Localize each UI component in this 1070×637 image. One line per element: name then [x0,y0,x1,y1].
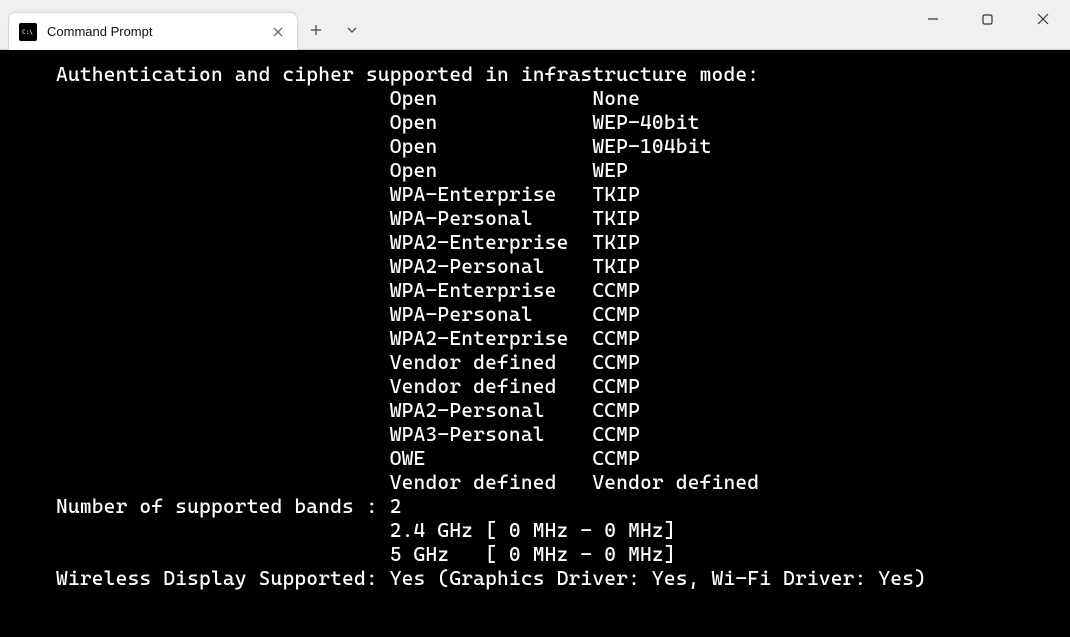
close-window-button[interactable] [1015,0,1070,38]
close-icon [1037,13,1049,25]
minimize-icon [927,13,939,25]
svg-text:C:\: C:\ [22,29,33,36]
new-tab-button[interactable] [298,12,334,48]
maximize-icon [982,14,993,25]
chevron-down-icon [346,26,358,34]
plus-icon [310,24,322,36]
terminal-output[interactable]: Authentication and cipher supported in i… [0,50,1070,637]
title-bar: C:\ Command Prompt [0,0,1070,50]
tab-dropdown-button[interactable] [334,12,370,48]
minimize-button[interactable] [905,0,960,38]
close-icon [273,27,283,37]
tab-command-prompt[interactable]: C:\ Command Prompt [8,12,298,50]
tab-close-button[interactable] [267,21,289,43]
window-controls [905,0,1070,38]
terminal-icon: C:\ [19,23,37,41]
tab-title: Command Prompt [47,24,257,39]
maximize-button[interactable] [960,0,1015,38]
